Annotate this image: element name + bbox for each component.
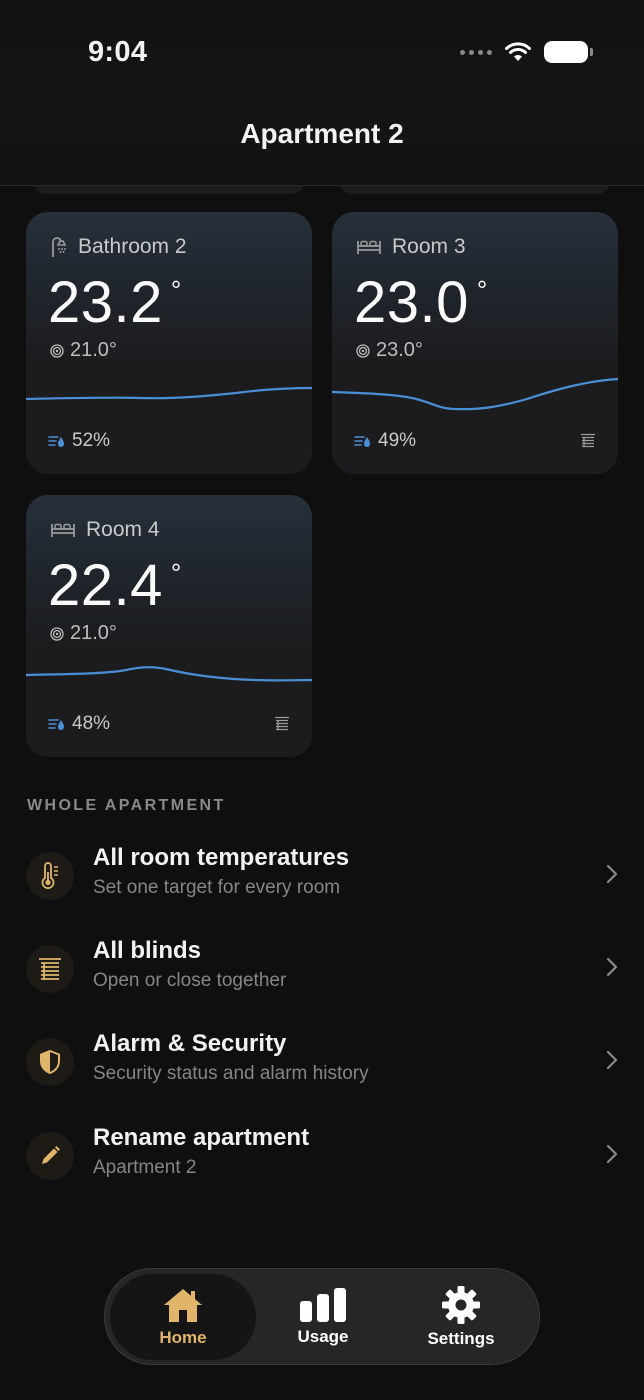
blinds-icon — [581, 433, 595, 448]
tab-bar: Home Usage Settings — [104, 1268, 540, 1365]
row-subtitle: Apartment 2 — [93, 1157, 197, 1178]
bar-chart-icon — [300, 1288, 346, 1322]
temperature-sparkline — [26, 386, 312, 401]
tab-label: Settings — [427, 1329, 495, 1348]
target-temperature: 21.0° — [50, 339, 117, 362]
room-card-bathroom-2[interactable]: Bathroom 2 23.2 ° 21.0° 52% — [26, 212, 312, 474]
target-temperature: 21.0° — [50, 622, 117, 645]
pencil-icon — [42, 1146, 60, 1164]
humidity-icon — [354, 436, 370, 447]
row-subtitle: Security status and alarm history — [93, 1063, 369, 1084]
target-icon — [356, 343, 370, 358]
temperature-sparkline — [26, 666, 312, 682]
tab-home[interactable]: Home — [110, 1274, 256, 1360]
row-all-room-temperatures[interactable]: All room temperatures Set one target for… — [26, 844, 622, 908]
chevron-right-icon — [606, 1050, 618, 1070]
row-title: Alarm & Security — [93, 1030, 287, 1057]
temperature-value: 23.0 — [354, 270, 469, 335]
humidity-value: 48% — [72, 713, 111, 734]
room-name: Room 3 — [392, 235, 466, 258]
tab-usage[interactable]: Usage — [250, 1274, 396, 1360]
degree-symbol: ° — [476, 275, 488, 305]
top-bar: 9:04 Apartment 2 — [0, 0, 644, 186]
home-icon — [164, 1289, 202, 1322]
bed-icon — [51, 523, 75, 537]
chevron-right-icon — [606, 864, 618, 884]
humidity-value: 52% — [72, 430, 111, 451]
shield-icon — [40, 1049, 60, 1075]
row-title: Rename apartment — [93, 1124, 310, 1151]
room-temperature: 23.0 ° — [354, 269, 488, 336]
row-subtitle: Open or close together — [93, 970, 287, 991]
row-all-blinds[interactable]: All blinds Open or close together — [26, 937, 622, 1001]
target-temperature: 23.0° — [356, 339, 423, 362]
bed-icon — [357, 240, 381, 254]
tab-settings[interactable]: Settings — [388, 1274, 534, 1360]
degree-symbol: ° — [170, 558, 182, 588]
humidity-icon — [48, 436, 64, 447]
section-title: WHOLE APARTMENT — [27, 797, 226, 814]
room-card-room-3[interactable]: Room 3 23.0 ° 23.0° 49% — [332, 212, 618, 474]
humidity-icon — [48, 719, 64, 730]
room-card-room-4[interactable]: Room 4 22.4 ° 21.0° 48% — [26, 495, 312, 757]
target-icon — [50, 626, 64, 641]
chevron-right-icon — [606, 1144, 618, 1164]
shower-icon — [52, 237, 67, 257]
chevron-right-icon — [606, 957, 618, 977]
room-temperature: 23.2 ° — [48, 269, 182, 336]
status-indicators — [460, 40, 593, 64]
room-name: Room 4 — [86, 518, 160, 541]
wifi-icon — [505, 42, 531, 61]
tab-label: Usage — [297, 1327, 349, 1346]
temperature-sparkline — [332, 377, 618, 411]
room-name: Bathroom 2 — [78, 235, 187, 258]
humidity: 48% — [48, 713, 110, 735]
blinds-icon — [39, 958, 61, 980]
gear-icon — [442, 1286, 480, 1324]
target-icon — [50, 343, 64, 358]
temperature-value: 23.2 — [48, 270, 163, 335]
degree-symbol: ° — [170, 275, 182, 305]
target-value: 21.0° — [70, 622, 117, 644]
battery-icon — [544, 41, 593, 63]
page-title: Apartment 2 — [240, 118, 404, 149]
row-alarm-security[interactable]: Alarm & Security Security status and ala… — [26, 1030, 622, 1094]
thermometer-icon — [41, 862, 58, 889]
humidity: 49% — [354, 430, 416, 452]
row-rename-apartment[interactable]: Rename apartment Apartment 2 — [26, 1124, 622, 1188]
status-time: 9:04 — [88, 36, 148, 68]
target-value: 23.0° — [376, 339, 423, 361]
temperature-value: 22.4 — [48, 553, 163, 618]
humidity: 52% — [48, 430, 110, 452]
row-title: All room temperatures — [93, 844, 350, 871]
row-title: All blinds — [93, 937, 201, 964]
humidity-value: 49% — [378, 430, 417, 451]
tab-label: Home — [159, 1328, 207, 1347]
signal-dots-icon — [460, 49, 492, 55]
row-subtitle: Set one target for every room — [93, 877, 341, 898]
blinds-icon — [275, 716, 289, 731]
target-value: 21.0° — [70, 339, 117, 361]
room-temperature: 22.4 ° — [48, 552, 182, 619]
